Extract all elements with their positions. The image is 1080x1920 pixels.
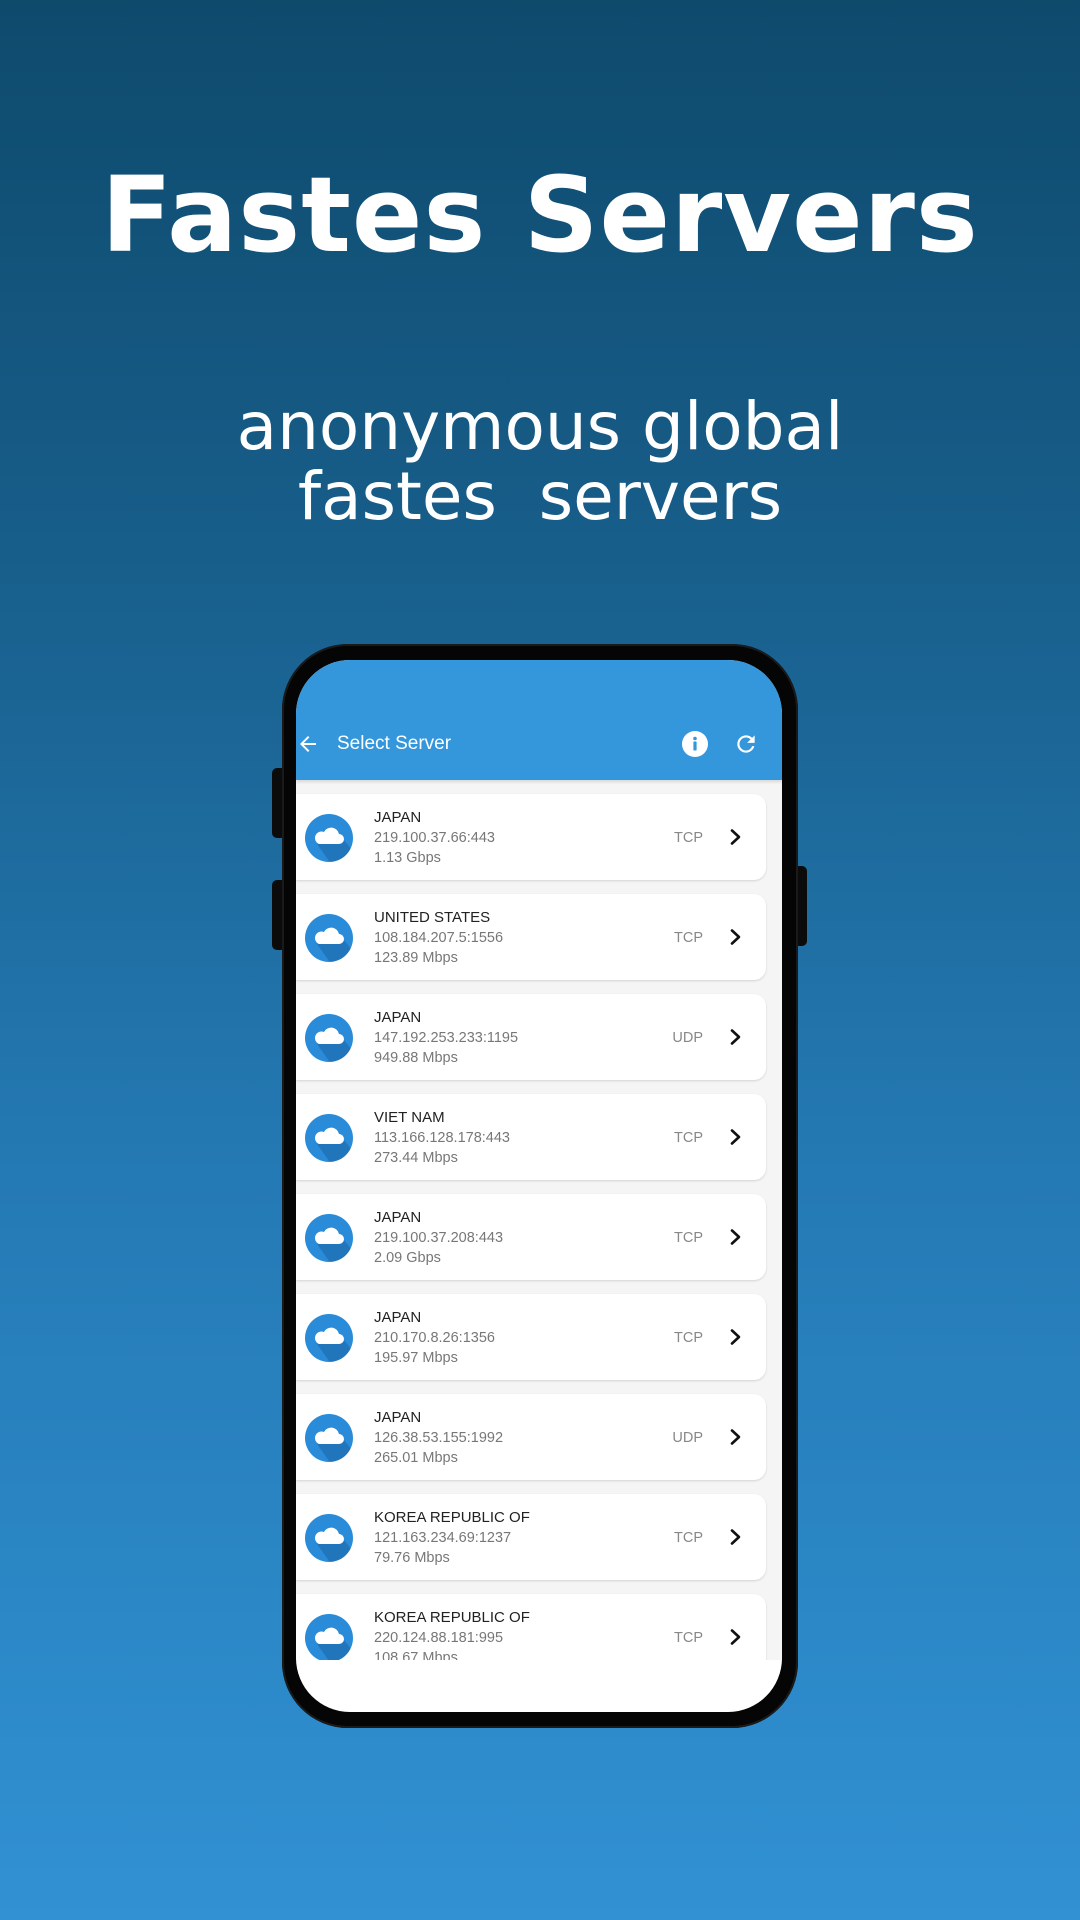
server-country: JAPAN — [374, 1409, 422, 1426]
info-icon[interactable] — [681, 730, 709, 758]
server-protocol: TCP — [674, 1530, 703, 1546]
server-list-item[interactable]: JAPAN 210.170.8.26:1356 195.97 Mbps TCP — [296, 1294, 766, 1380]
server-speed: 79.76 Mbps — [374, 1550, 450, 1566]
subtitle-line-2: fastes servers — [297, 458, 783, 535]
app-bar: Select Server — [296, 660, 782, 780]
server-country: KOREA REPUBLIC OF — [374, 1509, 530, 1526]
server-list-item[interactable]: JAPAN 219.100.37.208:443 2.09 Gbps TCP — [296, 1194, 766, 1280]
server-list-item[interactable]: KOREA REPUBLIC OF 220.124.88.181:995 108… — [296, 1594, 766, 1660]
chevron-right-icon[interactable] — [727, 1427, 745, 1447]
server-speed: 1.13 Gbps — [374, 850, 441, 866]
chevron-right-icon[interactable] — [727, 1127, 745, 1147]
server-address: 219.100.37.208:443 — [374, 1230, 504, 1246]
server-address: 219.100.37.66:443 — [374, 830, 495, 846]
server-protocol: UDP — [672, 1430, 703, 1446]
server-protocol: TCP — [674, 1630, 703, 1646]
server-address: 121.163.234.69:1237 — [374, 1530, 512, 1546]
server-speed: 949.88 Mbps — [374, 1050, 458, 1066]
server-speed: 2.09 Gbps — [374, 1250, 441, 1266]
server-address: 147.192.253.233:1195 — [374, 1030, 519, 1046]
server-protocol: TCP — [674, 930, 703, 946]
page-title: Select Server — [337, 733, 452, 754]
server-list-item[interactable]: JAPAN 147.192.253.233:1195 949.88 Mbps U… — [296, 994, 766, 1080]
server-country: JAPAN — [374, 1209, 422, 1226]
cloud-icon — [305, 914, 353, 962]
subtitle-line-1: anonymous global — [236, 388, 844, 465]
server-list[interactable]: JAPAN 219.100.37.66:443 1.13 Gbps TCP UN… — [296, 780, 782, 1660]
server-protocol: UDP — [672, 1030, 703, 1046]
server-speed: 195.97 Mbps — [374, 1350, 458, 1366]
server-list-item[interactable]: UNITED STATES 108.184.207.5:1556 123.89 … — [296, 894, 766, 980]
cloud-icon — [305, 1414, 353, 1462]
promo-headline: Fastes Servers — [101, 154, 979, 276]
server-country: JAPAN — [374, 1309, 422, 1326]
server-address: 113.166.128.178:443 — [374, 1130, 511, 1146]
server-list-item[interactable]: KOREA REPUBLIC OF 121.163.234.69:1237 79… — [296, 1494, 766, 1580]
chevron-right-icon[interactable] — [727, 1227, 745, 1247]
chevron-right-icon[interactable] — [727, 1027, 745, 1047]
server-country: JAPAN — [374, 1009, 422, 1026]
server-address: 210.170.8.26:1356 — [374, 1330, 495, 1346]
server-country: KOREA REPUBLIC OF — [374, 1609, 530, 1626]
server-list-item[interactable]: JAPAN 219.100.37.66:443 1.13 Gbps TCP — [296, 794, 766, 880]
cloud-icon — [305, 1514, 353, 1562]
server-country: VIET NAM — [374, 1109, 445, 1126]
server-country: UNITED STATES — [374, 909, 491, 926]
cloud-icon — [305, 1314, 353, 1362]
server-speed: 265.01 Mbps — [374, 1450, 458, 1466]
refresh-icon[interactable] — [733, 731, 759, 757]
server-list-item[interactable]: JAPAN 126.38.53.155:1992 265.01 Mbps UDP — [296, 1394, 766, 1480]
server-speed: 108.67 Mbps — [374, 1650, 458, 1660]
cloud-icon — [305, 1214, 353, 1262]
promo-subtitle: anonymous global fastes servers — [0, 392, 1080, 532]
server-address: 108.184.207.5:1556 — [374, 930, 504, 946]
server-protocol: TCP — [674, 1230, 703, 1246]
server-list-item[interactable]: VIET NAM 113.166.128.178:443 273.44 Mbps… — [296, 1094, 766, 1180]
chevron-right-icon[interactable] — [727, 927, 745, 947]
server-country: JAPAN — [374, 809, 422, 826]
chevron-right-icon[interactable] — [727, 1627, 745, 1647]
cloud-icon — [305, 1114, 353, 1162]
server-address: 126.38.53.155:1992 — [374, 1430, 504, 1446]
server-protocol: TCP — [674, 830, 703, 846]
server-address: 220.124.88.181:995 — [374, 1630, 504, 1646]
cloud-icon — [305, 1014, 353, 1062]
phone-screen: Select Server JAPAN 219.100.37.66:443 1.… — [296, 660, 782, 1712]
server-protocol: TCP — [674, 1130, 703, 1146]
chevron-right-icon[interactable] — [727, 827, 745, 847]
chevron-right-icon[interactable] — [727, 1527, 745, 1547]
arrow-left-icon[interactable] — [296, 732, 320, 756]
server-speed: 273.44 Mbps — [374, 1150, 458, 1166]
cloud-icon — [305, 1614, 353, 1660]
server-protocol: TCP — [674, 1330, 703, 1346]
server-speed: 123.89 Mbps — [374, 950, 458, 966]
chevron-right-icon[interactable] — [727, 1327, 745, 1347]
cloud-icon — [305, 814, 353, 862]
